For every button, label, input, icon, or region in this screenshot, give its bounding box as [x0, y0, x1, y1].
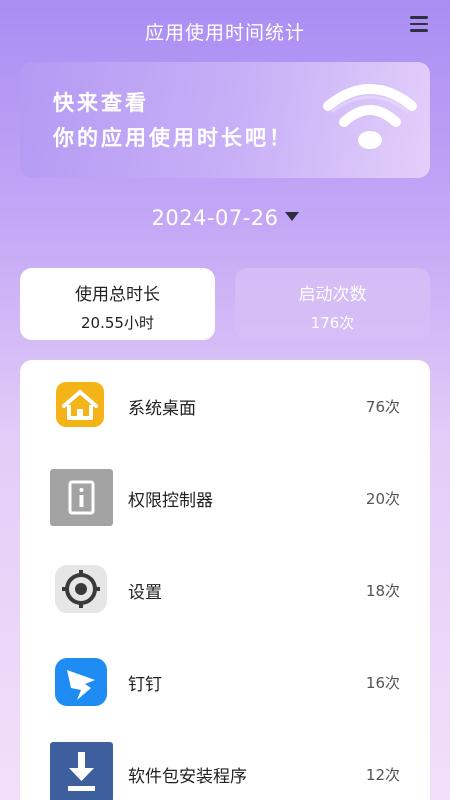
app-name: 钉钉	[128, 675, 162, 695]
app-usage-list: 系统桌面 76次 权限控制器 20次 设置 18次 钉钉 16次 软件包安装程序…	[20, 360, 430, 800]
app-name: 软件包安装程序	[128, 767, 247, 787]
app-count: 18次	[365, 582, 400, 600]
total-time-card[interactable]: 使用总时长 20.55小时	[20, 268, 215, 340]
date-picker[interactable]: 2024-07-26	[0, 206, 450, 230]
app-count: 16次	[365, 674, 400, 692]
app-count: 12次	[365, 766, 400, 784]
wifi-icon	[323, 84, 417, 149]
page-title: 应用使用时间统计	[144, 22, 305, 44]
caret-down-icon	[284, 211, 299, 221]
promo-banner: 快来查看 你的应用使用时长吧！	[20, 62, 430, 178]
list-item[interactable]: 权限控制器 20次	[20, 452, 430, 544]
list-item[interactable]: 软件包安装程序 12次	[20, 728, 430, 800]
launch-count-card[interactable]: 启动次数 176次	[235, 268, 430, 340]
banner-line-2: 你的应用使用时长吧！	[53, 126, 293, 150]
dingtalk-icon	[55, 658, 107, 706]
total-time-label: 使用总时长	[75, 285, 160, 305]
home-icon	[56, 382, 104, 427]
total-time-value: 20.55小时	[81, 314, 154, 332]
settings-gear-icon	[55, 565, 107, 613]
list-item[interactable]: 钉钉 16次	[20, 636, 430, 728]
app-name: 系统桌面	[128, 399, 196, 419]
date-value: 2024-07-26	[151, 206, 279, 230]
launch-count-label: 启动次数	[298, 285, 367, 305]
app-count: 76次	[365, 398, 400, 416]
app-count: 20次	[365, 490, 400, 508]
menu-icon[interactable]	[410, 16, 428, 32]
launch-count-value: 176次	[310, 314, 355, 332]
list-item[interactable]: 系统桌面 76次	[20, 360, 430, 452]
download-installer-icon	[50, 742, 113, 800]
app-name: 设置	[128, 583, 162, 603]
app-name: 权限控制器	[128, 491, 213, 511]
permission-controller-icon	[50, 469, 113, 526]
list-item[interactable]: 设置 18次	[20, 544, 430, 636]
banner-line-1: 快来查看	[53, 91, 149, 115]
top-bar: 应用使用时间统计	[0, 0, 450, 62]
